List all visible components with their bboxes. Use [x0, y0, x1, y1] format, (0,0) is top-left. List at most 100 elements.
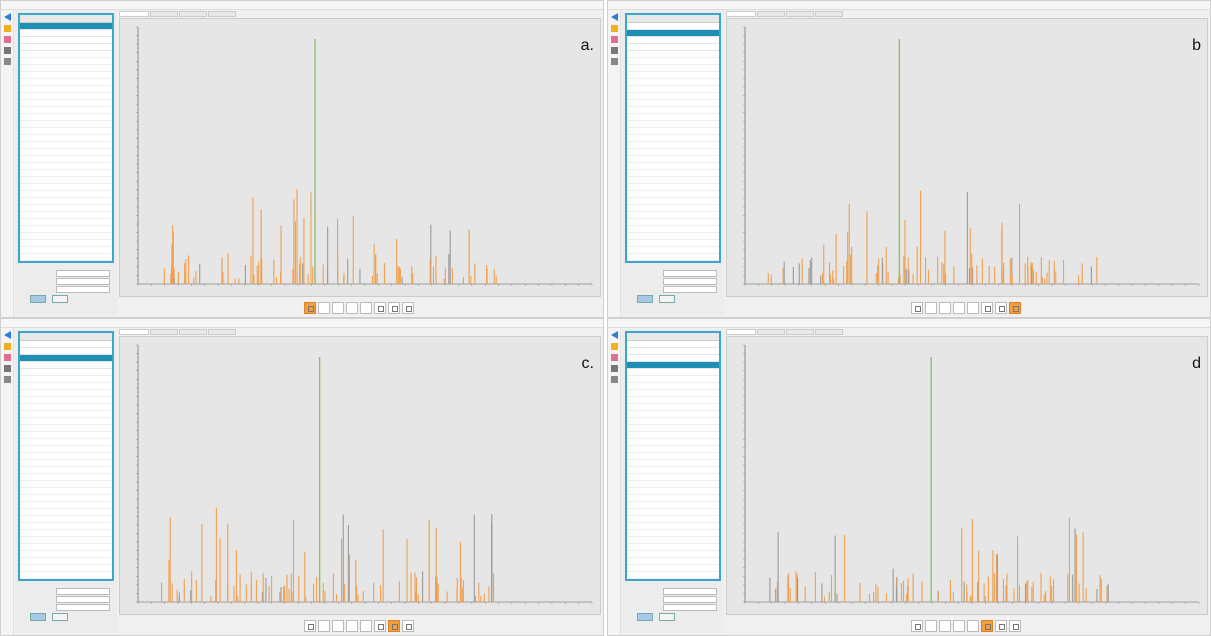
- file-row[interactable]: [627, 355, 719, 362]
- intensity-threshold-slider[interactable]: [663, 603, 717, 611]
- file-row[interactable]: [627, 44, 719, 51]
- chart-icon[interactable]: [3, 354, 11, 361]
- mz-tolerance-slider[interactable]: [56, 595, 110, 603]
- apply-button[interactable]: [30, 613, 46, 621]
- view-tab[interactable]: [150, 11, 178, 17]
- thumbnail-button[interactable]: [360, 620, 372, 632]
- file-row[interactable]: [20, 37, 112, 44]
- file-row[interactable]: [20, 30, 112, 37]
- view-tab[interactable]: [786, 11, 814, 17]
- export-icon[interactable]: [610, 58, 618, 65]
- thumbnail-button[interactable]: [939, 302, 951, 314]
- export-icon[interactable]: [610, 376, 618, 383]
- thumbnail-button[interactable]: [1009, 620, 1021, 632]
- mz-tolerance-slider[interactable]: [663, 277, 717, 285]
- polymer-type-select[interactable]: [663, 587, 717, 595]
- chart-icon[interactable]: [3, 36, 11, 43]
- thumbnail-button[interactable]: [995, 620, 1007, 632]
- thumbnail-button[interactable]: [318, 302, 330, 314]
- column-header[interactable]: [89, 15, 112, 22]
- view-tab[interactable]: [119, 11, 149, 17]
- view-tab[interactable]: [179, 11, 207, 17]
- column-header[interactable]: [66, 333, 89, 340]
- file-row[interactable]: [20, 23, 112, 30]
- column-header[interactable]: [696, 333, 719, 340]
- save-icon[interactable]: [610, 47, 618, 54]
- file-row[interactable]: [627, 341, 719, 348]
- thumbnail-button[interactable]: [346, 302, 358, 314]
- column-header[interactable]: [89, 333, 112, 340]
- save-icon[interactable]: [3, 365, 11, 372]
- polymer-type-select[interactable]: [56, 587, 110, 595]
- thumbnail-button[interactable]: [402, 302, 414, 314]
- view-tab[interactable]: [179, 329, 207, 335]
- view-tab[interactable]: [815, 11, 843, 17]
- column-header[interactable]: [627, 333, 650, 340]
- file-row[interactable]: [627, 348, 719, 355]
- intensity-threshold-slider[interactable]: [56, 603, 110, 611]
- export-icon[interactable]: [3, 376, 11, 383]
- file-row[interactable]: [20, 341, 112, 348]
- thumbnail-button[interactable]: [388, 620, 400, 632]
- column-header[interactable]: [673, 333, 696, 340]
- view-tab[interactable]: [757, 329, 785, 335]
- chart-icon[interactable]: [610, 354, 618, 361]
- thumbnail-button[interactable]: [332, 302, 344, 314]
- thumbnail-button[interactable]: [1009, 302, 1021, 314]
- back-arrow-icon[interactable]: [3, 331, 11, 339]
- reset-button[interactable]: [52, 613, 68, 621]
- file-row[interactable]: [627, 23, 719, 30]
- file-row[interactable]: [20, 362, 112, 369]
- save-icon[interactable]: [610, 365, 618, 372]
- reset-button[interactable]: [659, 295, 675, 303]
- polymer-type-select[interactable]: [56, 269, 110, 277]
- back-arrow-icon[interactable]: [3, 13, 11, 21]
- thumbnail-button[interactable]: [374, 620, 386, 632]
- thumbnail-button[interactable]: [346, 620, 358, 632]
- column-header[interactable]: [650, 333, 673, 340]
- thumbnail-button[interactable]: [304, 620, 316, 632]
- folder-icon[interactable]: [3, 343, 11, 350]
- view-tab[interactable]: [786, 329, 814, 335]
- intensity-threshold-slider[interactable]: [56, 285, 110, 293]
- thumbnail-button[interactable]: [304, 302, 316, 314]
- view-tab[interactable]: [726, 11, 756, 17]
- reset-button[interactable]: [52, 295, 68, 303]
- file-row[interactable]: [627, 362, 719, 369]
- column-header[interactable]: [696, 15, 719, 22]
- save-icon[interactable]: [3, 47, 11, 54]
- view-tab[interactable]: [757, 11, 785, 17]
- file-row[interactable]: [627, 30, 719, 37]
- view-tab[interactable]: [208, 11, 236, 17]
- thumbnail-button[interactable]: [318, 620, 330, 632]
- thumbnail-button[interactable]: [925, 302, 937, 314]
- back-arrow-icon[interactable]: [610, 13, 618, 21]
- intensity-threshold-slider[interactable]: [663, 285, 717, 293]
- folder-icon[interactable]: [610, 25, 618, 32]
- thumbnail-button[interactable]: [953, 620, 965, 632]
- view-tab[interactable]: [726, 329, 756, 335]
- thumbnail-button[interactable]: [967, 302, 979, 314]
- thumbnail-button[interactable]: [967, 620, 979, 632]
- view-tab[interactable]: [208, 329, 236, 335]
- apply-button[interactable]: [30, 295, 46, 303]
- column-header[interactable]: [673, 15, 696, 22]
- column-header[interactable]: [627, 15, 650, 22]
- chart-icon[interactable]: [610, 36, 618, 43]
- column-header[interactable]: [650, 15, 673, 22]
- back-arrow-icon[interactable]: [610, 331, 618, 339]
- file-row[interactable]: [20, 355, 112, 362]
- reset-button[interactable]: [659, 613, 675, 621]
- thumbnail-button[interactable]: [388, 302, 400, 314]
- thumbnail-button[interactable]: [374, 302, 386, 314]
- thumbnail-button[interactable]: [911, 302, 923, 314]
- column-header[interactable]: [43, 333, 66, 340]
- file-row[interactable]: [20, 44, 112, 51]
- mz-tolerance-slider[interactable]: [56, 277, 110, 285]
- apply-button[interactable]: [637, 295, 653, 303]
- view-tab[interactable]: [815, 329, 843, 335]
- polymer-type-select[interactable]: [663, 269, 717, 277]
- thumbnail-button[interactable]: [911, 620, 923, 632]
- export-icon[interactable]: [3, 58, 11, 65]
- thumbnail-button[interactable]: [360, 302, 372, 314]
